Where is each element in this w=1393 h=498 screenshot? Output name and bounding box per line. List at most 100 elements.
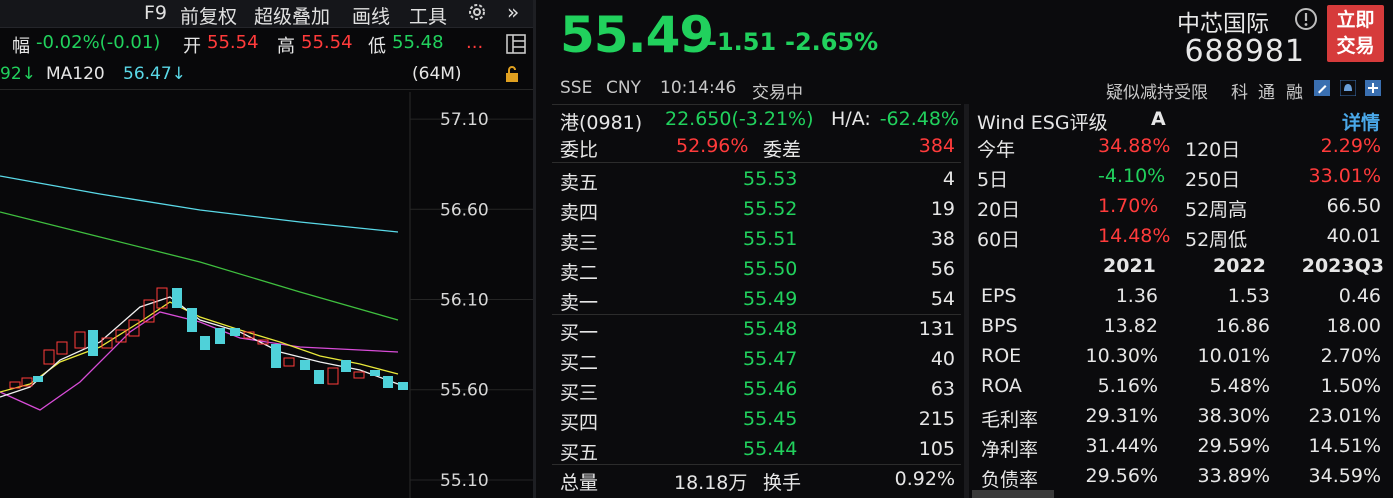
stock-name: 中芯国际	[1177, 11, 1269, 37]
bid-level-row[interactable]: 买一 55.48 131	[552, 316, 961, 346]
year-col-2: 2022	[1213, 255, 1266, 277]
bid-level-row[interactable]: 买三 55.46 63	[552, 376, 961, 406]
high-label: 高	[277, 36, 295, 57]
edit-icon[interactable]	[1314, 80, 1330, 101]
metric-value-2021: 31.44%	[1085, 435, 1158, 457]
ask-level-row[interactable]: 卖五 55.53 4	[552, 166, 961, 196]
metric-value-2023q3: 23.01%	[1308, 405, 1381, 427]
period-value: 66.50	[1326, 195, 1381, 217]
metric-row: EPS 1.36 1.53 0.46	[972, 283, 1393, 313]
bid-price: 55.45	[743, 408, 798, 430]
candle[interactable]	[88, 330, 98, 356]
ask-level-row[interactable]: 卖一 55.49 54	[552, 286, 961, 316]
candle[interactable]	[370, 370, 380, 376]
bid-level-label: 买三	[560, 382, 599, 404]
ask-level-label: 卖五	[560, 172, 599, 194]
candle[interactable]	[353, 371, 365, 379]
candle[interactable]	[398, 382, 408, 390]
trade-status: 交易中	[752, 83, 803, 103]
trade-now-button[interactable]: 立即 交易	[1327, 5, 1384, 62]
more-icon[interactable]: »	[507, 0, 519, 24]
metric-label: ROA	[981, 375, 1022, 397]
metric-value-2023q3: 14.51%	[1308, 435, 1381, 457]
candle[interactable]	[327, 367, 339, 385]
layout-icon[interactable]	[506, 34, 526, 59]
ask-price: 55.53	[743, 168, 798, 190]
stock-code: 688981	[1184, 34, 1305, 69]
period-label: 52周高	[1185, 199, 1248, 221]
trade-btn-line1: 立即	[1336, 9, 1375, 31]
ask-volume: 4	[942, 168, 955, 190]
bid-level-row[interactable]: 买五 55.44 105	[552, 436, 961, 466]
notice-text[interactable]: 疑似减持受限	[1106, 78, 1208, 103]
volume-row: 总量 18.18万 换手 0.92%	[552, 466, 961, 496]
lock-icon[interactable]	[503, 65, 521, 88]
period-value: 40.01	[1326, 225, 1381, 247]
y-tick-label: 56.10	[440, 291, 489, 311]
info-icon[interactable]	[1294, 7, 1318, 35]
tools-button[interactable]: 工具	[409, 2, 447, 29]
price-change-pct: -2.65%	[785, 28, 879, 56]
change-label: 幅	[12, 36, 30, 57]
hk-label: 港(0981)	[560, 112, 643, 134]
ask-level-label: 卖四	[560, 202, 599, 224]
metric-label: EPS	[981, 285, 1017, 307]
f9-button[interactable]: F9	[144, 2, 167, 24]
candle[interactable]	[314, 370, 324, 384]
candle[interactable]	[172, 288, 182, 308]
candle[interactable]	[56, 341, 68, 355]
candle[interactable]	[33, 376, 43, 382]
change-value: -0.02%(-0.01)	[36, 32, 161, 53]
turnover-value: 0.92%	[894, 468, 955, 490]
candle[interactable]	[383, 376, 393, 388]
candle[interactable]	[341, 360, 351, 372]
ask-level-label: 卖二	[560, 262, 599, 284]
bid-price: 55.47	[743, 348, 798, 370]
candle[interactable]	[74, 331, 86, 349]
candle[interactable]	[230, 328, 240, 336]
turnover-label: 换手	[763, 472, 802, 494]
candle[interactable]	[43, 349, 55, 365]
bid-level-row[interactable]: 买四 55.45 215	[552, 406, 961, 436]
candle[interactable]	[215, 328, 225, 344]
restore-rights-button[interactable]: 前复权	[180, 2, 237, 29]
quote-summary: 幅 -0.02%(-0.01) 开 55.54 高 55.54 低 55.48 …	[0, 30, 533, 60]
metric-value-2021: 1.36	[1115, 285, 1158, 307]
period-value: 33.01%	[1308, 165, 1381, 187]
ask-level-row[interactable]: 卖二 55.50 56	[552, 256, 961, 286]
ask-level-row[interactable]: 卖四 55.52 19	[552, 196, 961, 226]
horizontal-scrollbar[interactable]	[972, 490, 1054, 498]
more-quote-ellipsis[interactable]: ...	[466, 32, 483, 53]
candlestick-chart[interactable]: 57.10 56.60 56.10 55.60 55.10	[0, 92, 533, 498]
add-watchlist-icon[interactable]	[1365, 80, 1381, 101]
ask-price: 55.50	[743, 258, 798, 280]
ask-level-row[interactable]: 卖三 55.51 38	[552, 226, 961, 256]
alert-bell-icon[interactable]	[1339, 79, 1357, 101]
draw-line-button[interactable]: 画线	[352, 2, 390, 29]
candle[interactable]	[300, 360, 310, 370]
metric-value-2022: 29.59%	[1197, 435, 1270, 457]
period-return: -4.10%	[1098, 165, 1166, 187]
gear-icon[interactable]	[466, 1, 488, 28]
candle[interactable]	[187, 308, 197, 332]
candle[interactable]	[271, 344, 281, 368]
metric-row: 负债率 29.56% 33.89% 34.59%	[972, 463, 1393, 493]
metric-row: ROA 5.16% 5.48% 1.50%	[972, 373, 1393, 403]
candle[interactable]	[283, 357, 295, 367]
esg-detail-link[interactable]: 详情	[1342, 108, 1380, 135]
ma120-line	[0, 175, 399, 233]
ha-value: -62.48%	[879, 108, 959, 130]
ask-level-label: 卖三	[560, 232, 599, 254]
weicha-label: 委差	[763, 139, 802, 161]
tag-star-market: 科	[1231, 83, 1248, 103]
candle[interactable]	[200, 336, 210, 350]
ma120-value: 56.47↓	[123, 64, 186, 84]
esg-rating: A	[1151, 108, 1166, 130]
metric-label: BPS	[981, 315, 1018, 337]
bid-level-label: 买四	[560, 412, 599, 434]
year-col-3: 2023Q3	[1301, 255, 1384, 277]
performance-row: 60日 14.48% 52周低 40.01	[972, 223, 1393, 253]
ask-volume: 38	[930, 228, 955, 250]
super-overlay-button[interactable]: 超级叠加	[254, 2, 330, 29]
bid-level-row[interactable]: 买二 55.47 40	[552, 346, 961, 376]
